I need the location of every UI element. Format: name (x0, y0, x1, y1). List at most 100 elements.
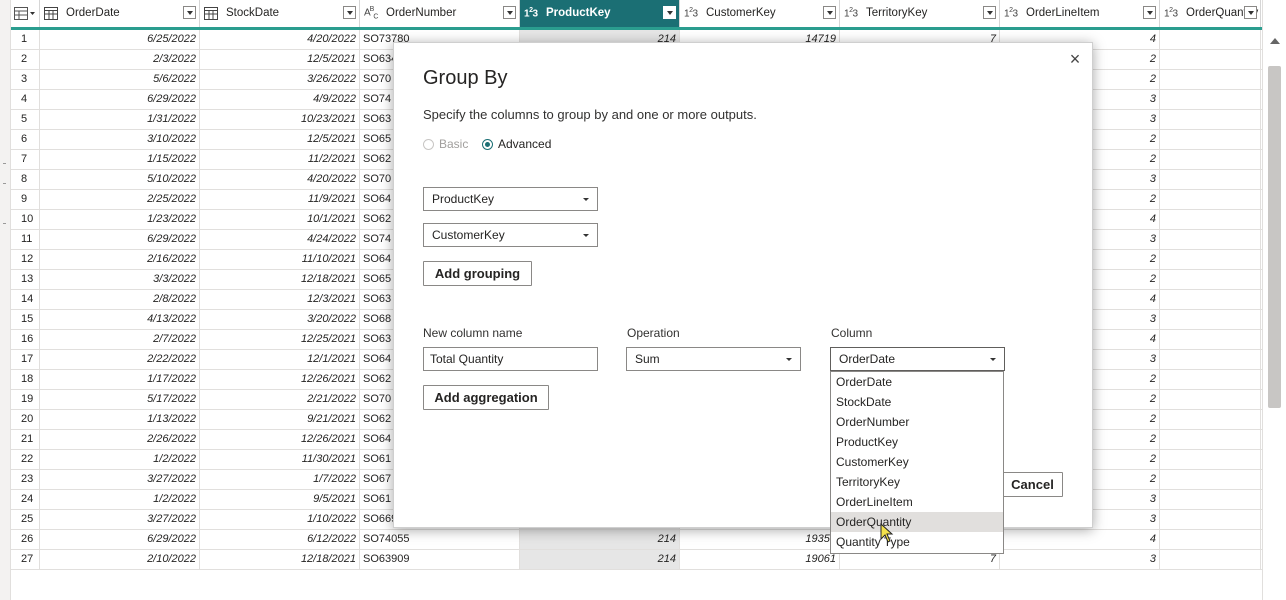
column-header-customerkey[interactable]: 123 CustomerKey (680, 0, 840, 27)
table-cell-stockdate[interactable]: 2/21/2022 (200, 390, 360, 409)
table-cell-customerkey[interactable]: 19356 (680, 530, 840, 549)
table-cell-orderquantity[interactable] (1160, 270, 1261, 289)
table-cell-orderquantity[interactable] (1160, 30, 1261, 49)
table-cell-orderdate[interactable]: 6/29/2022 (40, 90, 200, 109)
table-cell-orderquantity[interactable] (1160, 150, 1261, 169)
table-cell-orderquantity[interactable] (1160, 190, 1261, 209)
row-number[interactable]: 20 (11, 410, 40, 429)
table-cell-orderquantity[interactable] (1160, 410, 1261, 429)
table-cell-stockdate[interactable]: 4/20/2022 (200, 170, 360, 189)
row-number[interactable]: 21 (11, 430, 40, 449)
column-option-orderdate[interactable]: OrderDate (831, 372, 1003, 392)
column-header-stockdate[interactable]: StockDate (200, 0, 360, 27)
table-cell-stockdate[interactable]: 4/24/2022 (200, 230, 360, 249)
table-cell-orderdate[interactable]: 1/2/2022 (40, 490, 200, 509)
close-icon[interactable]: × (1067, 50, 1083, 68)
table-cell-orderdate[interactable]: 2/10/2022 (40, 550, 200, 569)
table-cell-orderdate[interactable]: 5/6/2022 (40, 70, 200, 89)
add-grouping-button[interactable]: Add grouping (423, 261, 532, 286)
row-number[interactable]: 12 (11, 250, 40, 269)
table-menu-button[interactable] (11, 0, 40, 27)
table-cell-orderdate[interactable]: 3/3/2022 (40, 270, 200, 289)
table-cell-orderquantity[interactable] (1160, 90, 1261, 109)
row-number[interactable]: 5 (11, 110, 40, 129)
table-cell-orderlineitem[interactable]: 3 (1000, 550, 1160, 569)
row-number[interactable]: 3 (11, 70, 40, 89)
row-number[interactable]: 24 (11, 490, 40, 509)
cancel-button[interactable]: Cancel (1002, 472, 1063, 497)
table-cell-orderdate[interactable]: 3/27/2022 (40, 510, 200, 529)
table-cell-ordernumber[interactable]: SO63909 (360, 550, 520, 569)
table-cell-orderquantity[interactable] (1160, 70, 1261, 89)
table-cell-orderquantity[interactable] (1160, 290, 1261, 309)
table-cell-orderquantity[interactable] (1160, 330, 1261, 349)
filter-dropdown-icon[interactable] (1244, 6, 1257, 19)
table-cell-stockdate[interactable]: 3/20/2022 (200, 310, 360, 329)
column-option-quantity-type[interactable]: Quantity Type (831, 532, 1003, 552)
table-cell-stockdate[interactable]: 4/20/2022 (200, 30, 360, 49)
filter-dropdown-icon[interactable] (503, 6, 516, 19)
row-number[interactable]: 25 (11, 510, 40, 529)
table-cell-orderdate[interactable]: 2/3/2022 (40, 50, 200, 69)
table-cell-productkey[interactable]: 214 (520, 530, 680, 549)
table-cell-stockdate[interactable]: 1/10/2022 (200, 510, 360, 529)
table-cell-ordernumber[interactable]: SO74055 (360, 530, 520, 549)
row-number[interactable]: 8 (11, 170, 40, 189)
table-cell-orderquantity[interactable] (1160, 170, 1261, 189)
column-header-territorykey[interactable]: 123 TerritoryKey (840, 0, 1000, 27)
table-cell-stockdate[interactable]: 12/26/2021 (200, 430, 360, 449)
table-cell-orderdate[interactable]: 1/2/2022 (40, 450, 200, 469)
table-cell-productkey[interactable]: 214 (520, 550, 680, 569)
table-cell-orderdate[interactable]: 1/15/2022 (40, 150, 200, 169)
row-number[interactable]: 13 (11, 270, 40, 289)
filter-dropdown-icon[interactable] (823, 6, 836, 19)
column-header-orderdate[interactable]: OrderDate (40, 0, 200, 27)
row-number[interactable]: 15 (11, 310, 40, 329)
table-cell-stockdate[interactable]: 4/9/2022 (200, 90, 360, 109)
filter-dropdown-icon[interactable] (343, 6, 356, 19)
table-cell-orderdate[interactable]: 2/8/2022 (40, 290, 200, 309)
table-cell-stockdate[interactable]: 12/26/2021 (200, 370, 360, 389)
number-type-icon[interactable]: 123 (1004, 6, 1024, 21)
sort-ascending-icon[interactable] (663, 6, 676, 19)
column-header-productkey[interactable]: 123 ProductKey (520, 0, 680, 27)
table-cell-stockdate[interactable]: 12/18/2021 (200, 270, 360, 289)
table-cell-stockdate[interactable]: 12/3/2021 (200, 290, 360, 309)
table-cell-stockdate[interactable]: 6/12/2022 (200, 530, 360, 549)
table-cell-orderquantity[interactable] (1160, 470, 1261, 489)
column-header-ordernumber[interactable]: ABC OrderNumber (360, 0, 520, 27)
table-cell-stockdate[interactable]: 9/21/2021 (200, 410, 360, 429)
row-number[interactable]: 14 (11, 290, 40, 309)
row-number[interactable]: 23 (11, 470, 40, 489)
table-cell-orderquantity[interactable] (1160, 210, 1261, 229)
grouping-select-2[interactable]: CustomerKey (423, 223, 598, 247)
table-cell-orderdate[interactable]: 1/31/2022 (40, 110, 200, 129)
column-option-customerkey[interactable]: CustomerKey (831, 452, 1003, 472)
vertical-scrollbar[interactable] (1262, 0, 1286, 600)
table-cell-orderquantity[interactable] (1160, 530, 1261, 549)
text-type-icon[interactable]: ABC (364, 6, 384, 21)
mode-advanced-radio[interactable]: Advanced (482, 137, 551, 151)
row-number[interactable]: 17 (11, 350, 40, 369)
table-cell-orderquantity[interactable] (1160, 510, 1261, 529)
table-cell-stockdate[interactable]: 12/5/2021 (200, 50, 360, 69)
scroll-up-icon[interactable] (1270, 38, 1280, 44)
table-cell-orderdate[interactable]: 5/17/2022 (40, 390, 200, 409)
table-cell-stockdate[interactable]: 11/30/2021 (200, 450, 360, 469)
table-cell-stockdate[interactable]: 12/25/2021 (200, 330, 360, 349)
table-cell-orderquantity[interactable] (1160, 110, 1261, 129)
table-cell-orderquantity[interactable] (1160, 230, 1261, 249)
grouping-select-1[interactable]: ProductKey (423, 187, 598, 211)
table-cell-orderdate[interactable]: 1/13/2022 (40, 410, 200, 429)
table-cell-orderquantity[interactable] (1160, 490, 1261, 509)
row-number[interactable]: 27 (11, 550, 40, 569)
row-number[interactable]: 19 (11, 390, 40, 409)
row-number[interactable]: 2 (11, 50, 40, 69)
table-cell-orderdate[interactable]: 4/13/2022 (40, 310, 200, 329)
number-type-icon[interactable]: 123 (844, 6, 864, 21)
table-cell-orderquantity[interactable] (1160, 310, 1261, 329)
table-cell-orderdate[interactable]: 2/26/2022 (40, 430, 200, 449)
table-cell-orderdate[interactable]: 1/23/2022 (40, 210, 200, 229)
mode-basic-radio[interactable]: Basic (423, 137, 468, 151)
row-number[interactable]: 4 (11, 90, 40, 109)
